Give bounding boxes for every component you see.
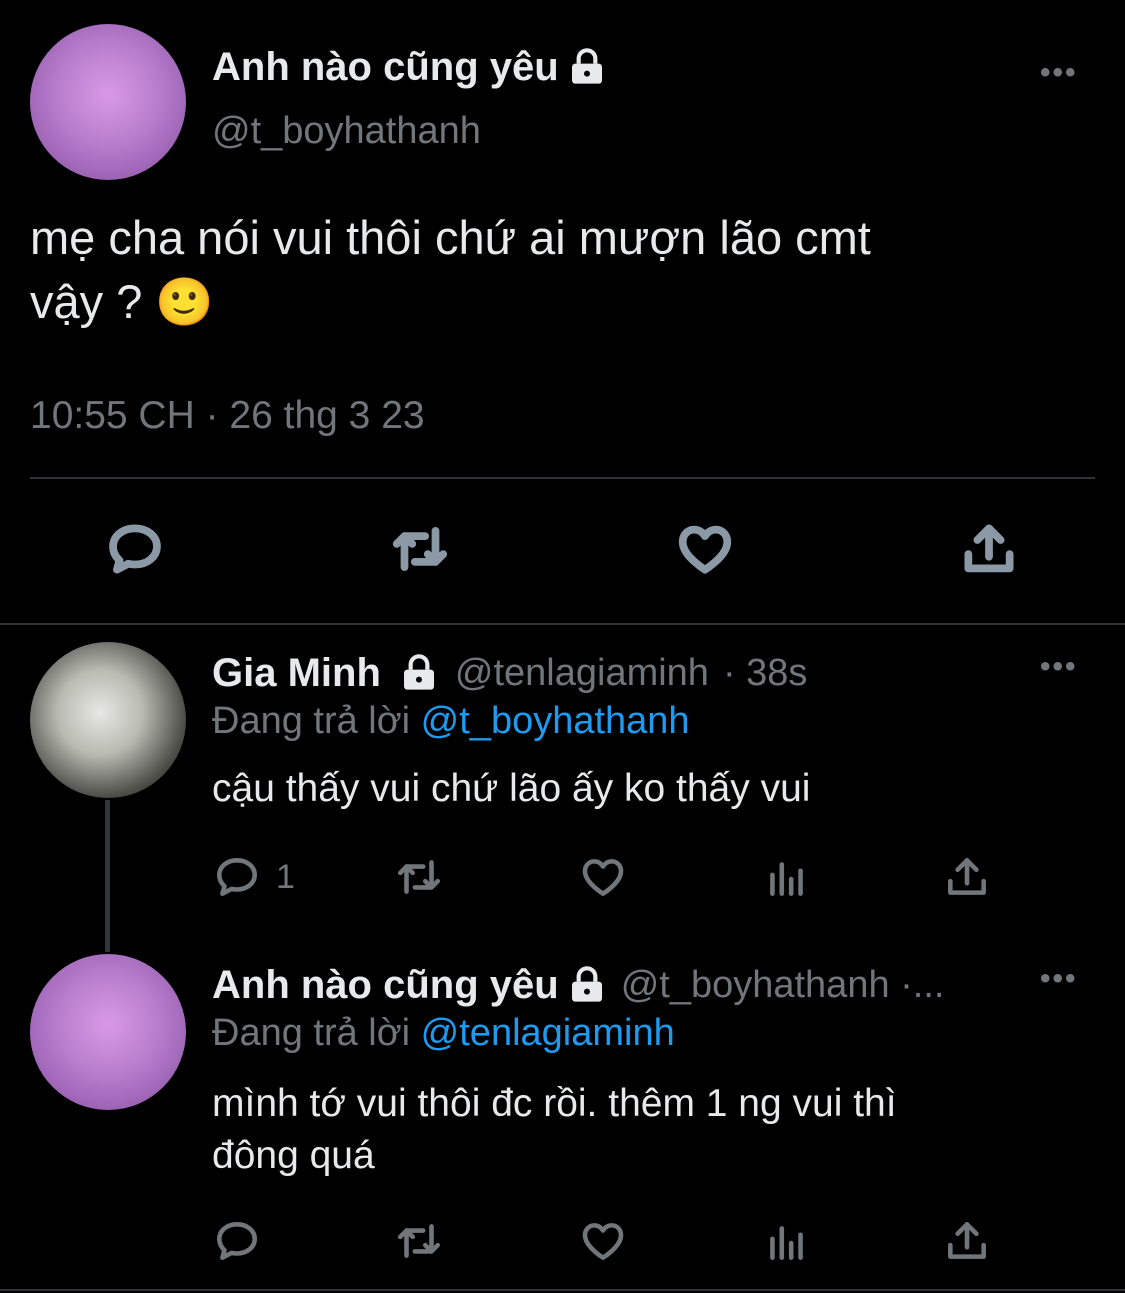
retweet-icon[interactable] bbox=[386, 518, 454, 580]
replying-to: Đang trả lời @t_boyhathanh bbox=[212, 700, 690, 743]
tweet-text: mình tớ vui thôi đc rồi. thêm 1 ng vui t… bbox=[212, 1078, 897, 1182]
tweet-actions bbox=[0, 1216, 1125, 1268]
replying-to: Đang trả lời @tenlagiaminh bbox=[212, 1012, 675, 1055]
tweet-text-line: mẹ cha nói vui thôi chứ ai mượn lão cmt bbox=[30, 211, 871, 264]
more-icon[interactable]: ••• bbox=[1040, 650, 1078, 684]
views-icon[interactable] bbox=[762, 852, 812, 902]
display-name[interactable]: Anh nào cũng yêu bbox=[212, 963, 559, 1008]
replying-prefix: Đang trả lời bbox=[212, 1012, 411, 1054]
more-icon[interactable]: ••• bbox=[1040, 56, 1078, 90]
display-name: Anh nào cũng yêu bbox=[212, 44, 559, 89]
share-icon[interactable] bbox=[942, 852, 992, 902]
smile-emoji-icon: 🙂 bbox=[155, 275, 214, 328]
divider bbox=[0, 623, 1125, 625]
tweet-actions bbox=[0, 518, 1125, 582]
lock-icon bbox=[571, 48, 602, 84]
reply-count: 1 bbox=[276, 857, 295, 896]
tweet-text: mẹ cha nói vui thôi chứ ai mượn lão cmt … bbox=[30, 206, 871, 334]
replying-handle-link[interactable]: @tenlagiaminh bbox=[421, 1012, 675, 1054]
reply-icon[interactable] bbox=[212, 1216, 262, 1266]
tweet-text-line: đông quá bbox=[212, 1134, 375, 1177]
replying-prefix: Đang trả lời bbox=[212, 700, 411, 742]
reply-button[interactable]: 1 bbox=[212, 852, 295, 902]
tweet-time[interactable]: · 38s bbox=[723, 652, 807, 695]
avatar[interactable] bbox=[30, 24, 186, 180]
avatar[interactable] bbox=[30, 954, 186, 1110]
handle[interactable]: @t_boyhathanh ·... bbox=[621, 964, 945, 1007]
share-icon[interactable] bbox=[958, 518, 1020, 580]
tweet-actions: 1 bbox=[0, 852, 1125, 904]
share-icon[interactable] bbox=[942, 1216, 992, 1266]
tweet-header: Gia Minh @tenlagiaminh · 38s bbox=[212, 648, 807, 698]
like-icon[interactable] bbox=[578, 852, 628, 902]
tweet-timestamp[interactable]: 10:55 CH · 26 thg 3 23 bbox=[30, 394, 425, 438]
handle[interactable]: @tenlagiaminh bbox=[455, 652, 709, 695]
divider bbox=[30, 477, 1095, 479]
like-icon[interactable] bbox=[578, 1216, 628, 1266]
retweet-icon[interactable] bbox=[392, 852, 446, 902]
replying-handle-link[interactable]: @t_boyhathanh bbox=[421, 700, 690, 742]
reply-icon[interactable] bbox=[104, 518, 166, 580]
like-icon[interactable] bbox=[674, 518, 736, 580]
tweet-text: cậu thấy vui chứ lão ấy ko thấy vui bbox=[212, 767, 811, 810]
views-icon[interactable] bbox=[762, 1216, 812, 1266]
display-name[interactable]: Gia Minh bbox=[212, 651, 381, 696]
divider bbox=[0, 1289, 1125, 1291]
tweet-text-line: mình tớ vui thôi đc rồi. thêm 1 ng vui t… bbox=[212, 1082, 897, 1125]
avatar[interactable] bbox=[30, 642, 186, 798]
lock-icon bbox=[571, 966, 602, 1002]
more-icon[interactable]: ••• bbox=[1040, 962, 1078, 996]
tweet-text-line: vậy ? 🙂 bbox=[30, 275, 214, 328]
retweet-icon[interactable] bbox=[392, 1216, 446, 1266]
tweet-author[interactable]: Anh nào cũng yêu bbox=[212, 42, 607, 92]
reply-icon bbox=[217, 858, 257, 896]
tweet-header: Anh nào cũng yêu @t_boyhathanh ·... bbox=[212, 960, 944, 1010]
handle[interactable]: @t_boyhathanh bbox=[212, 110, 481, 153]
lock-icon bbox=[403, 654, 434, 690]
